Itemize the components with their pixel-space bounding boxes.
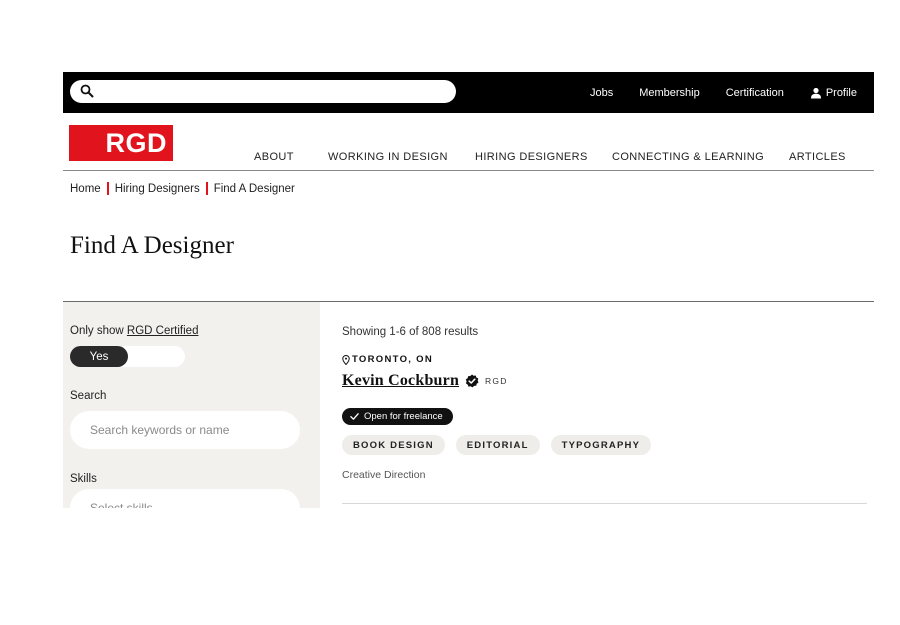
skill-tags: BOOK DESIGN EDITORIAL TYPOGRAPHY	[342, 435, 662, 455]
location-text: TORONTO, ON	[352, 354, 433, 365]
top-bar: Jobs Membership Certification Profile	[63, 72, 874, 113]
jobs-link[interactable]: Jobs	[590, 87, 613, 99]
user-icon	[810, 87, 821, 98]
filter-sidebar: Only show RGD Certified Yes Search Skill…	[63, 302, 320, 508]
location-pin-icon	[342, 354, 350, 365]
results-count: Showing 1-6 of 808 results	[342, 326, 479, 338]
result-divider	[342, 503, 867, 504]
rgd-certified-link[interactable]: RGD Certified	[127, 325, 199, 337]
check-icon	[350, 413, 359, 420]
tag-book-design[interactable]: BOOK DESIGN	[342, 435, 445, 455]
breadcrumb-home[interactable]: Home	[70, 183, 101, 195]
search-label: Search	[70, 390, 107, 402]
breadcrumb-hiring-designers[interactable]: Hiring Designers	[115, 183, 200, 195]
browser-frame: Jobs Membership Certification Profile RG…	[63, 72, 874, 508]
designer-location: TORONTO, ON	[342, 354, 433, 365]
skills-select[interactable]	[70, 489, 300, 508]
nav-working-in-design[interactable]: WORKING IN DESIGN	[328, 151, 448, 163]
page-title: Find A Designer	[70, 232, 234, 259]
rgd-cert-tag: RGD	[485, 376, 508, 386]
tag-editorial[interactable]: EDITORIAL	[455, 435, 540, 455]
breadcrumb-current: Find A Designer	[213, 182, 295, 195]
freelance-text: Open for freelance	[364, 411, 443, 422]
tag-typography[interactable]: TYPOGRAPHY	[550, 435, 652, 455]
freelance-badge: Open for freelance	[342, 408, 453, 425]
nav-articles[interactable]: ARTICLES	[789, 151, 846, 163]
designer-name-row: Kevin Cockburn RGD	[342, 372, 508, 390]
breadcrumb: Home Hiring Designers Find A Designer	[70, 182, 295, 195]
certified-filter-label: Only show RGD Certified	[70, 325, 198, 337]
breadcrumb-separator	[205, 182, 208, 195]
nav-hiring-designers[interactable]: HIRING DESIGNERS	[475, 151, 588, 163]
results-panel: Showing 1-6 of 808 results TORONTO, ON K…	[320, 302, 874, 508]
designer-role: Creative Direction	[342, 469, 426, 481]
nav-connecting-learning[interactable]: CONNECTING & LEARNING	[612, 151, 764, 163]
certified-toggle[interactable]: Yes	[70, 346, 185, 367]
nav-about[interactable]: ABOUT	[254, 151, 294, 163]
profile-link-label: Profile	[825, 86, 857, 99]
search-icon	[80, 84, 94, 98]
utility-links: Jobs Membership Certification Profile	[564, 72, 857, 113]
verified-badge-icon	[465, 374, 479, 388]
membership-link[interactable]: Membership	[639, 87, 700, 99]
skills-label: Skills	[70, 473, 97, 485]
global-search-input[interactable]	[70, 80, 456, 103]
certification-link[interactable]: Certification	[726, 87, 784, 99]
toggle-yes: Yes	[70, 346, 128, 367]
profile-link[interactable]: Profile	[810, 87, 857, 99]
certified-prefix: Only show	[70, 325, 127, 337]
keyword-search-input[interactable]	[70, 411, 300, 449]
main-nav: ABOUT WORKING IN DESIGN HIRING DESIGNERS…	[63, 113, 874, 171]
breadcrumb-separator	[106, 182, 109, 195]
designer-name-link[interactable]: Kevin Cockburn	[342, 372, 459, 390]
site-header: RGD ABOUT WORKING IN DESIGN HIRING DESIG…	[63, 113, 874, 171]
